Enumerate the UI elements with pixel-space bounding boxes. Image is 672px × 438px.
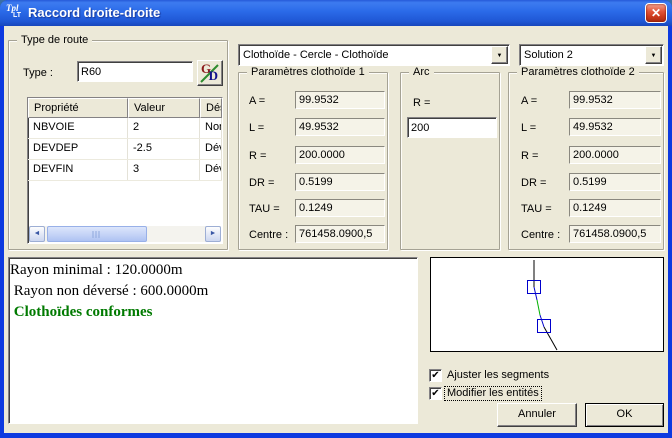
table-row[interactable]: NBVOIE 2 Non: [28, 118, 222, 139]
table-row[interactable]: DEVFIN 3 Dév: [28, 160, 222, 181]
preview-panel: [430, 257, 664, 352]
group-clothoide-1: Paramètres clothoïde 1 A = 99.9532 L = 4…: [238, 72, 388, 250]
close-button[interactable]: ✕: [645, 3, 667, 23]
scroll-right-icon: ►: [210, 230, 217, 237]
c2-centre-value: 761458.0900,5: [569, 225, 661, 243]
message-rayon-minimal: Rayon minimal : 120.0000m: [10, 260, 416, 281]
c2-tau-label: TAU =: [521, 203, 552, 215]
c1-r-label: R =: [249, 150, 266, 162]
solution-combobox[interactable]: Solution 2 ▼: [519, 44, 664, 66]
type-input[interactable]: [77, 61, 193, 82]
app-icon: Tpl LT: [6, 3, 26, 23]
message-rayon-non-deverse: Rayon non déversé : 600.0000m: [10, 281, 416, 302]
horizontal-scrollbar[interactable]: ◄ ►: [29, 226, 221, 242]
column-header-designation[interactable]: Dés: [200, 98, 222, 118]
gauche-droite-button[interactable]: G D: [197, 60, 223, 86]
c2-tau-value: 0.1249: [569, 199, 661, 217]
c2-dr-value: 0.5199: [569, 173, 661, 191]
method-combobox-arrow[interactable]: ▼: [491, 46, 508, 64]
c1-a-label: A =: [249, 95, 265, 107]
checkbox-ajuster-segments-label[interactable]: Ajuster les segments: [445, 369, 551, 382]
close-icon: ✕: [651, 6, 661, 20]
c2-centre-label: Centre :: [521, 229, 560, 241]
properties-table: Propriété Valeur Dés NBVOIE 2 Non DEVDEP…: [27, 97, 223, 244]
column-header-propriete[interactable]: Propriété: [28, 98, 128, 118]
column-header-valeur[interactable]: Valeur: [128, 98, 200, 118]
group-clothoide-2: Paramètres clothoïde 2 A = 99.9532 L = 4…: [508, 72, 664, 250]
c2-dr-label: DR =: [521, 177, 546, 189]
solution-combobox-value: Solution 2: [524, 49, 573, 61]
table-header-row: Propriété Valeur Dés: [28, 98, 222, 118]
scroll-left-button[interactable]: ◄: [29, 226, 45, 242]
group-type-de-route: Type de route Type : G D Propriété Valeu…: [8, 40, 228, 250]
group-type-de-route-label: Type de route: [17, 34, 92, 46]
message-conform: Clothoïdes conformes: [10, 302, 416, 323]
chevron-down-icon: ▼: [497, 53, 503, 59]
c2-a-value: 99.9532: [569, 91, 661, 109]
c1-l-value: 49.9532: [295, 118, 385, 136]
group-arc: Arc R =: [400, 72, 500, 250]
c1-centre-value: 761458.0900,5: [295, 225, 385, 243]
checkbox-ajuster-segments[interactable]: ✔: [429, 369, 442, 382]
c1-centre-label: Centre :: [249, 229, 288, 241]
ok-button[interactable]: OK: [585, 403, 664, 427]
group-arc-label: Arc: [409, 66, 434, 78]
method-combobox-value: Clothoïde - Cercle - Clothoïde: [243, 49, 389, 61]
window-title: Raccord droite-droite: [28, 0, 160, 26]
scrollbar-thumb[interactable]: [47, 226, 147, 242]
c2-r-value: 200.0000: [569, 146, 661, 164]
type-label: Type :: [23, 67, 53, 79]
group-clothoide-2-label: Paramètres clothoïde 2: [517, 66, 639, 78]
c1-dr-value: 0.5199: [295, 173, 385, 191]
messages-panel: Rayon minimal : 120.0000m Rayon non déve…: [8, 257, 418, 424]
c2-a-label: A =: [521, 95, 537, 107]
c2-l-label: L =: [521, 122, 536, 134]
c1-l-label: L =: [249, 122, 264, 134]
alignment-preview-diagram: [431, 258, 663, 351]
scroll-right-button[interactable]: ►: [205, 226, 221, 242]
checkbox-modifier-entites[interactable]: ✔: [429, 387, 442, 400]
method-combobox[interactable]: Clothoïde - Cercle - Clothoïde ▼: [238, 44, 510, 66]
chevron-down-icon: ▼: [651, 53, 657, 59]
arc-r-input[interactable]: [407, 117, 497, 138]
scroll-left-icon: ◄: [34, 230, 41, 237]
solution-combobox-arrow[interactable]: ▼: [645, 46, 662, 64]
title-bar[interactable]: Tpl LT Raccord droite-droite ✕: [0, 0, 672, 26]
table-row[interactable]: DEVDEP -2.5 Dév: [28, 139, 222, 160]
c1-r-value: 200.0000: [295, 146, 385, 164]
c1-tau-value: 0.1249: [295, 199, 385, 217]
cancel-button[interactable]: Annuler: [497, 403, 577, 427]
checkbox-modifier-entites-label[interactable]: Modifier les entités: [445, 387, 541, 400]
c1-a-value: 99.9532: [295, 91, 385, 109]
arc-r-label: R =: [413, 97, 430, 109]
dialog-body: Type de route Type : G D Propriété Valeu…: [4, 26, 668, 433]
c2-l-value: 49.9532: [569, 118, 661, 136]
c2-r-label: R =: [521, 150, 538, 162]
dialog-raccord-droite-droite: Tpl LT Raccord droite-droite ✕ Type de r…: [0, 0, 672, 438]
c1-dr-label: DR =: [249, 177, 274, 189]
c1-tau-label: TAU =: [249, 203, 280, 215]
check-icon: ✔: [431, 388, 439, 399]
check-icon: ✔: [431, 370, 439, 381]
group-clothoide-1-label: Paramètres clothoïde 1: [247, 66, 369, 78]
